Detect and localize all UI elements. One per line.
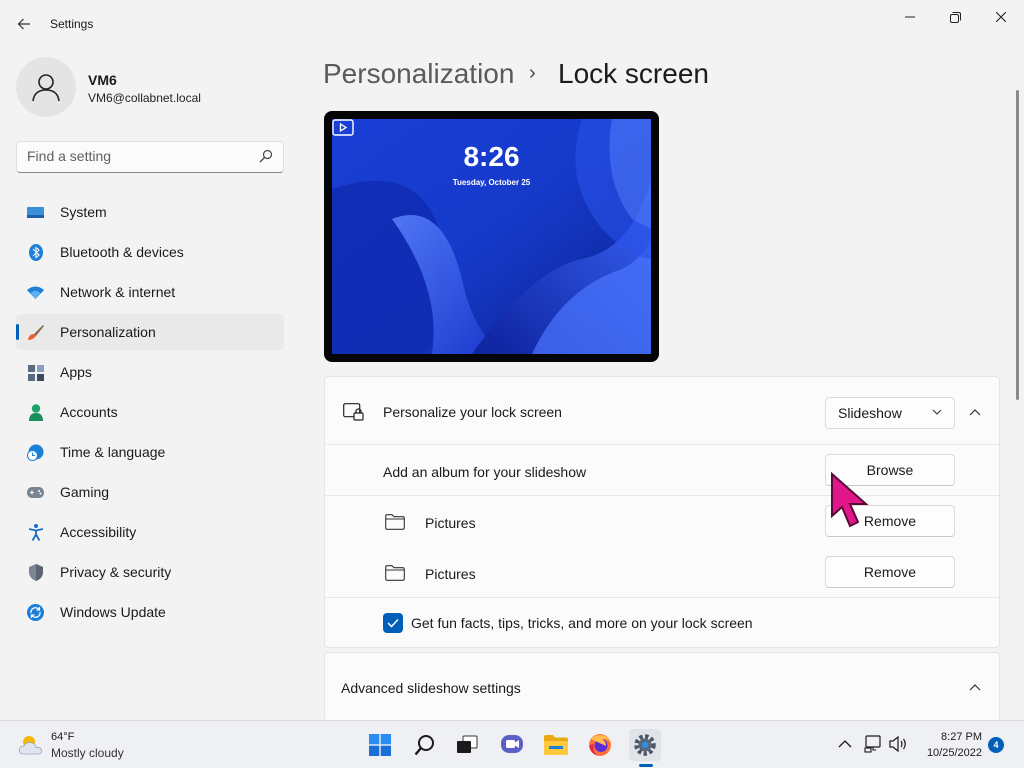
taskbar: 64°F Mostly cloudy 8:27 PM 10/25/2022 4 [0,720,1024,768]
minimize-icon [905,16,915,18]
lock-screen-preview: 8:26 Tuesday, October 25 [324,111,659,362]
breadcrumb-separator: › [529,62,536,84]
task-view-icon [457,735,478,753]
chevron-up-icon [969,684,981,691]
settings-gear-icon [634,734,656,756]
personalize-lock-screen-label: Personalize your lock screen [383,404,562,420]
sidebar-nav: System Bluetooth & devices Network & int… [16,194,284,634]
search-box[interactable] [16,141,284,173]
album-name: Pictures [425,515,476,531]
windows-start-icon [369,734,391,756]
clock-time[interactable]: 8:27 PM [938,731,982,743]
preview-time: 8:26 [463,141,520,172]
search-icon [414,735,434,756]
remove-album-button[interactable]: Remove [825,556,955,588]
lock-screen-mode-dropdown[interactable]: Slideshow [825,397,955,429]
weather-temperature[interactable]: 64°F [51,731,74,743]
close-icon [996,12,1006,22]
breadcrumb-parent[interactable]: Personalization [323,58,514,90]
chevron-up-icon [969,409,981,416]
mouse-cursor [831,472,869,528]
scrollbar[interactable] [1016,90,1019,400]
bluetooth-icon [27,244,44,261]
fun-facts-label: Get fun facts, tips, tricks, and more on… [411,615,753,631]
shield-icon [27,564,44,581]
time-language-icon [27,444,44,461]
file-explorer-icon [544,735,568,755]
dropdown-value: Slideshow [838,405,902,421]
chat-button[interactable] [496,729,528,761]
sidebar-item-windows-update[interactable]: Windows Update [16,594,284,630]
preview-date: Tuesday, October 25 [452,178,531,187]
wifi-icon [27,284,44,301]
advanced-slideshow-label: Advanced slideshow settings [341,680,521,696]
add-album-label: Add an album for your slideshow [383,464,587,480]
sidebar-item-accessibility[interactable]: Accessibility [16,514,284,550]
sidebar-item-network[interactable]: Network & internet [16,274,284,310]
slideshow-icon [332,119,354,136]
firefox-button[interactable] [584,729,616,761]
active-app-indicator [639,764,653,767]
weather-description[interactable]: Mostly cloudy [51,746,124,760]
sidebar-item-privacy[interactable]: Privacy & security [16,554,284,590]
network-icon[interactable] [864,735,882,753]
windows-update-icon [27,604,44,621]
close-button[interactable] [978,6,1024,28]
file-explorer-button[interactable] [540,729,572,761]
user-name: VM6 [88,72,117,88]
taskbar-search-button[interactable] [409,729,441,761]
sidebar-item-accounts[interactable]: Accounts [16,394,284,430]
lock-screen-card: Personalize your lock screen Slideshow A… [324,376,1000,648]
folder-icon [385,514,405,530]
settings-button[interactable] [629,729,661,761]
gamepad-icon [27,484,44,501]
minimize-button[interactable] [887,6,933,28]
checkmark-icon [387,618,399,628]
task-view-button[interactable] [451,729,483,761]
advanced-collapse-button[interactable] [960,672,990,702]
partly-cloudy-icon[interactable] [18,733,46,755]
firefox-icon [589,734,611,756]
fun-facts-checkbox[interactable] [383,613,403,633]
maximize-button[interactable] [932,6,978,28]
lock-screen-icon [343,403,364,421]
user-email: VM6@collabnet.local [88,91,201,105]
page-title: Lock screen [558,58,709,89]
restore-icon [949,11,961,23]
search-input[interactable] [27,148,247,164]
clock-date[interactable]: 10/25/2022 [918,747,982,759]
divider [325,444,999,445]
advanced-slideshow-card[interactable]: Advanced slideshow settings [324,652,1000,722]
chevron-up-icon[interactable] [838,739,852,749]
folder-icon [385,565,405,581]
notification-badge[interactable]: 4 [988,737,1004,753]
divider [325,597,999,598]
sidebar-item-system[interactable]: System [16,194,284,230]
app-title: Settings [50,17,94,31]
system-icon [27,204,44,221]
accounts-icon [27,404,44,421]
paintbrush-icon [27,324,44,341]
apps-icon [27,364,44,381]
chevron-down-icon [932,409,942,415]
back-arrow-icon [17,18,30,30]
avatar[interactable] [16,57,76,117]
volume-icon[interactable] [888,735,908,753]
sidebar-item-time-language[interactable]: Time & language [16,434,284,470]
title-bar: Settings [0,0,1024,48]
album-name: Pictures [425,566,476,582]
search-icon[interactable] [259,149,273,163]
divider [325,495,999,496]
back-button[interactable] [12,10,36,38]
start-button[interactable] [364,729,396,761]
sidebar-item-bluetooth[interactable]: Bluetooth & devices [16,234,284,270]
sidebar-item-personalization[interactable]: Personalization [16,314,284,350]
collapse-button[interactable] [960,397,990,427]
chat-icon [501,735,523,753]
sidebar-item-apps[interactable]: Apps [16,354,284,390]
sidebar-item-gaming[interactable]: Gaming [16,474,284,510]
accessibility-icon [27,524,44,541]
user-icon [32,74,60,102]
